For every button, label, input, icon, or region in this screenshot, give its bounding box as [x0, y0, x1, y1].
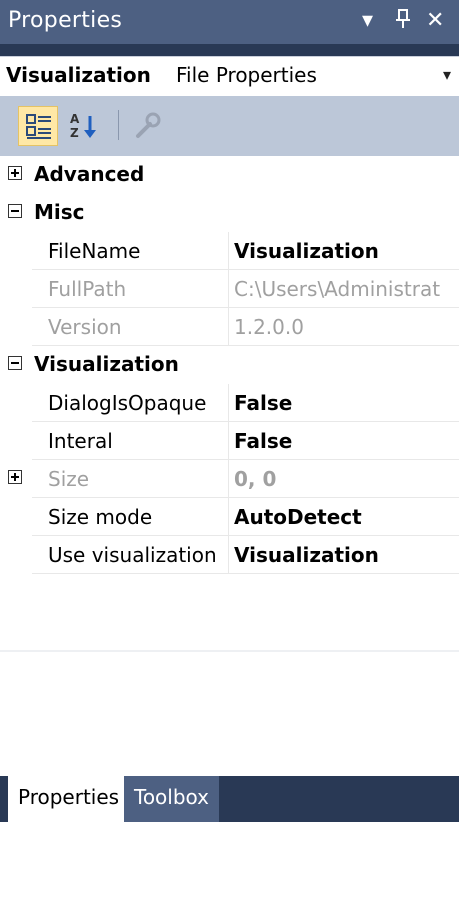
property-value[interactable]: AutoDetect: [234, 505, 459, 529]
column-divider: [228, 270, 229, 308]
object-type: File Properties: [176, 63, 317, 87]
column-divider: [228, 384, 229, 422]
column-divider: [228, 536, 229, 574]
toolbar: A Z: [0, 96, 459, 156]
svg-text:A: A: [70, 112, 80, 126]
property-value[interactable]: False: [234, 429, 459, 453]
dropdown-icon[interactable]: ▾: [362, 8, 373, 33]
column-divider: [228, 232, 229, 270]
property-row-size[interactable]: Size 0, 0: [0, 460, 459, 498]
property-row-interal[interactable]: Interal False: [0, 422, 459, 460]
property-name: Use visualization: [48, 543, 217, 567]
property-value[interactable]: False: [234, 391, 459, 415]
property-value[interactable]: Visualization: [234, 239, 459, 263]
category-visualization[interactable]: Visualization: [0, 346, 459, 384]
property-row-fullpath[interactable]: FullPath C:\Users\Administrat: [0, 270, 459, 308]
property-grid: Advanced Misc FileName Visualization Ful…: [0, 156, 459, 912]
category-misc[interactable]: Misc: [0, 194, 459, 232]
alphabetical-icon: A Z: [70, 112, 96, 140]
category-label: Misc: [34, 200, 85, 224]
categorized-button[interactable]: [18, 106, 58, 146]
property-name: FullPath: [48, 277, 127, 301]
close-icon[interactable]: ✕: [426, 8, 444, 33]
property-name: DialogIsOpaque: [48, 391, 207, 415]
object-selector[interactable]: Visualization File Properties ▾: [0, 56, 459, 97]
property-name: Size mode: [48, 505, 153, 529]
tab-properties[interactable]: Properties: [8, 776, 130, 822]
column-divider: [228, 498, 229, 536]
expand-icon[interactable]: [8, 470, 22, 484]
property-row-version[interactable]: Version 1.2.0.0: [0, 308, 459, 346]
column-divider: [228, 422, 229, 460]
pin-icon[interactable]: [394, 8, 412, 36]
column-divider: [228, 308, 229, 346]
category-label: Visualization: [34, 352, 179, 376]
tab-toolbox[interactable]: Toolbox: [124, 776, 219, 822]
properties-panel: Properties ▾ ✕ Visualization File Proper…: [0, 0, 459, 912]
object-name: Visualization: [6, 63, 151, 87]
chevron-down-icon[interactable]: ▾: [443, 65, 451, 84]
alphabetical-button[interactable]: A Z: [64, 106, 104, 146]
tab-strip: Properties Toolbox: [0, 776, 459, 822]
categorized-icon: [26, 114, 51, 139]
property-row-dialogisopaque[interactable]: DialogIsOpaque False: [0, 384, 459, 422]
property-pages-button[interactable]: [126, 106, 166, 146]
category-advanced[interactable]: Advanced: [0, 156, 459, 194]
property-value: C:\Users\Administrat: [234, 277, 441, 301]
property-row-size-mode[interactable]: Size mode AutoDetect: [0, 498, 459, 536]
category-label: Advanced: [34, 162, 145, 186]
property-pages-icon: [136, 112, 161, 138]
property-name: Size: [48, 467, 90, 491]
property-value[interactable]: Visualization: [234, 543, 459, 567]
toolbar-separator: [118, 110, 119, 140]
property-name: Interal: [48, 429, 113, 453]
svg-text:Z: Z: [70, 126, 79, 140]
panel-title: Properties: [8, 8, 123, 33]
property-name: FileName: [48, 239, 141, 263]
property-name: Version: [48, 315, 122, 339]
row-divider: [32, 573, 459, 574]
expand-icon[interactable]: [8, 166, 22, 180]
property-row-filename[interactable]: FileName Visualization: [0, 232, 459, 270]
property-value: 1.2.0.0: [234, 315, 304, 339]
collapse-icon[interactable]: [8, 204, 22, 218]
property-row-use-visualization[interactable]: Use visualization Visualization: [0, 536, 459, 574]
column-divider: [228, 460, 229, 498]
property-value: 0, 0: [234, 467, 277, 491]
title-bar: Properties ▾ ✕: [0, 0, 459, 44]
collapse-icon[interactable]: [8, 356, 22, 370]
